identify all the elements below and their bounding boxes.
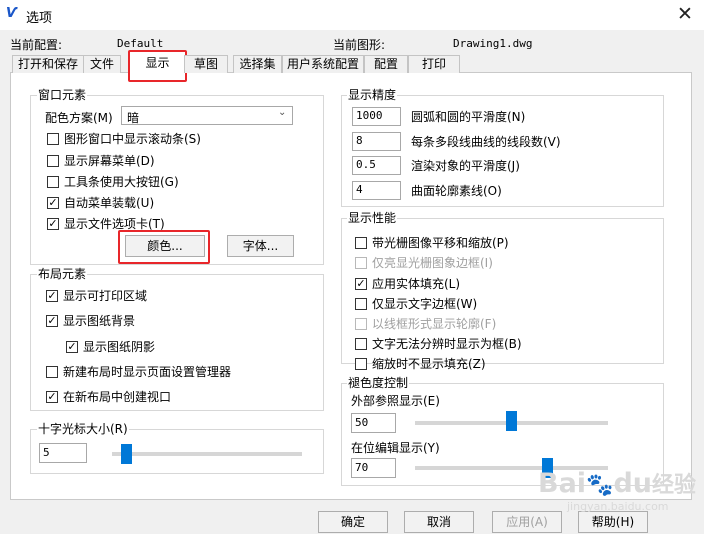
large-buttons-label: 工具条使用大按钮(G) — [64, 175, 179, 189]
checkbox-show-scrollbars[interactable] — [47, 133, 59, 145]
baidu-watermark-text: 经验 — [652, 473, 697, 498]
crosshair-slider-thumb[interactable] — [120, 444, 132, 464]
colors-highlight-box — [118, 230, 210, 264]
baidu-watermark-logo: Bai🐾du经验 — [538, 470, 696, 500]
ok-button[interactable]: 确定 — [318, 511, 388, 533]
auto-menu-load-label: 自动菜单装载(U) — [64, 196, 155, 210]
xref-fade-label: 外部参照显示(E) — [351, 394, 440, 408]
contour-lines-input[interactable]: 4 — [352, 181, 401, 200]
text-frame-label: 仅显示文字边框(W) — [372, 297, 478, 311]
polyline-segments-label: 每条多段线曲线的线段数(V) — [411, 135, 561, 149]
app-logo-icon: Ѵ — [6, 6, 18, 21]
cancel-button[interactable]: 取消 — [404, 511, 474, 533]
checkbox-hide-fill-zoom[interactable] — [355, 358, 367, 370]
checkbox-paper-background[interactable]: ✓ — [46, 315, 58, 327]
checkbox-raster-pan-zoom[interactable] — [355, 237, 367, 249]
color-scheme-value: 暗 — [127, 111, 140, 125]
tab-open-save[interactable]: 打开和保存 — [12, 55, 84, 73]
layout-elements-title: 布局元素 — [37, 267, 88, 281]
crosshair-title: 十字光标大小(R) — [37, 422, 129, 436]
solid-fill-label: 应用实体填充(L) — [372, 277, 461, 291]
window-title: 选项 — [26, 11, 53, 26]
wireframe-silhouette-label: 以线框形式显示轮廓(F) — [372, 317, 497, 331]
current-profile-label: 当前配置: — [10, 38, 63, 52]
close-icon[interactable]: ✕ — [672, 2, 698, 28]
chevron-down-icon: ⌄ — [278, 107, 287, 118]
tab-plot[interactable]: 打印 — [408, 55, 460, 73]
xref-fade-slider-thumb[interactable] — [506, 411, 517, 431]
apply-button[interactable]: 应用(A) — [492, 511, 562, 533]
render-smoothness-label: 渲染对象的平滑度(J) — [411, 159, 520, 173]
tab-display[interactable]: 显示 — [128, 50, 187, 82]
polyline-segments-input[interactable]: 8 — [352, 132, 401, 151]
hide-fill-zoom-label: 缩放时不显示填充(Z) — [372, 357, 486, 371]
checkbox-solid-fill[interactable]: ✓ — [355, 278, 367, 290]
screen-menu-label: 显示屏幕菜单(D) — [64, 154, 155, 168]
title-bar — [0, 0, 704, 30]
checkbox-text-frame[interactable] — [355, 298, 367, 310]
color-scheme-label: 配色方案(M) — [45, 111, 113, 125]
fonts-button[interactable]: 字体... — [227, 235, 294, 257]
tab-files[interactable]: 文件 — [83, 55, 121, 73]
tab-selection[interactable]: 选择集 — [233, 55, 282, 73]
create-viewport-label: 在新布局中创建视口 — [63, 390, 172, 404]
baidu-watermark-brand-2: du — [613, 468, 653, 499]
file-tabs-label: 显示文件选项卡(T) — [64, 217, 165, 231]
color-scheme-select[interactable]: 暗 ⌄ — [121, 106, 293, 125]
checkbox-page-setup-manager[interactable] — [46, 366, 58, 378]
arc-smoothness-input[interactable]: 1000 — [352, 107, 401, 126]
display-resolution-title: 显示精度 — [347, 88, 398, 102]
current-profile-value: Default — [117, 37, 164, 50]
display-performance-title: 显示性能 — [347, 211, 398, 225]
checkbox-auto-menu-load[interactable]: ✓ — [47, 197, 59, 209]
paper-shadow-label: 显示图纸阴影 — [83, 340, 156, 354]
checkbox-wireframe-silhouette[interactable] — [355, 318, 367, 330]
paper-background-label: 显示图纸背景 — [63, 314, 136, 328]
baidu-watermark-brand: Bai — [538, 468, 587, 499]
baidu-watermark-url: jingyan.baidu.com — [567, 500, 669, 513]
page-setup-manager-label: 新建布局时显示页面设置管理器 — [63, 365, 232, 379]
crosshair-slider-track[interactable] — [112, 452, 302, 456]
show-scrollbars-label: 图形窗口中显示滚动条(S) — [64, 132, 201, 146]
fade-control-title: 褪色度控制 — [347, 376, 410, 390]
checkbox-text-as-box[interactable] — [355, 338, 367, 350]
current-drawing-value: Drawing1.dwg — [453, 37, 533, 50]
arc-smoothness-label: 圆弧和圆的平滑度(N) — [411, 110, 526, 124]
tab-drafting[interactable]: 草图 — [184, 55, 228, 73]
inplace-fade-label: 在位编辑显示(Y) — [351, 441, 440, 455]
raster-pan-zoom-label: 带光栅图像平移和缩放(P) — [372, 236, 509, 250]
checkbox-large-buttons[interactable] — [47, 176, 59, 188]
tab-profiles[interactable]: 配置 — [364, 55, 408, 73]
render-smoothness-input[interactable]: 0.5 — [352, 156, 401, 175]
checkbox-raster-frame[interactable] — [355, 257, 367, 269]
text-as-box-label: 文字无法分辨时显示为框(B) — [372, 337, 522, 351]
tab-user-preferences[interactable]: 用户系统配置 — [282, 55, 364, 73]
inplace-fade-input[interactable]: 70 — [351, 458, 396, 478]
help-button[interactable]: 帮助(H) — [578, 511, 648, 533]
xref-fade-input[interactable]: 50 — [351, 413, 396, 433]
checkbox-file-tabs[interactable]: ✓ — [47, 218, 59, 230]
crosshair-size-input[interactable]: 5 — [39, 443, 87, 463]
window-elements-title: 窗口元素 — [37, 88, 88, 102]
contour-lines-label: 曲面轮廓素线(O) — [411, 184, 502, 198]
checkbox-screen-menu[interactable] — [47, 155, 59, 167]
checkbox-create-viewport[interactable]: ✓ — [46, 391, 58, 403]
checkbox-printable-area[interactable]: ✓ — [46, 290, 58, 302]
current-drawing-label: 当前图形: — [333, 38, 386, 52]
printable-area-label: 显示可打印区域 — [63, 289, 148, 303]
paw-icon: 🐾 — [586, 473, 614, 498]
checkbox-paper-shadow[interactable]: ✓ — [66, 341, 78, 353]
raster-frame-label: 仅亮显光栅图象边框(I) — [372, 256, 493, 270]
